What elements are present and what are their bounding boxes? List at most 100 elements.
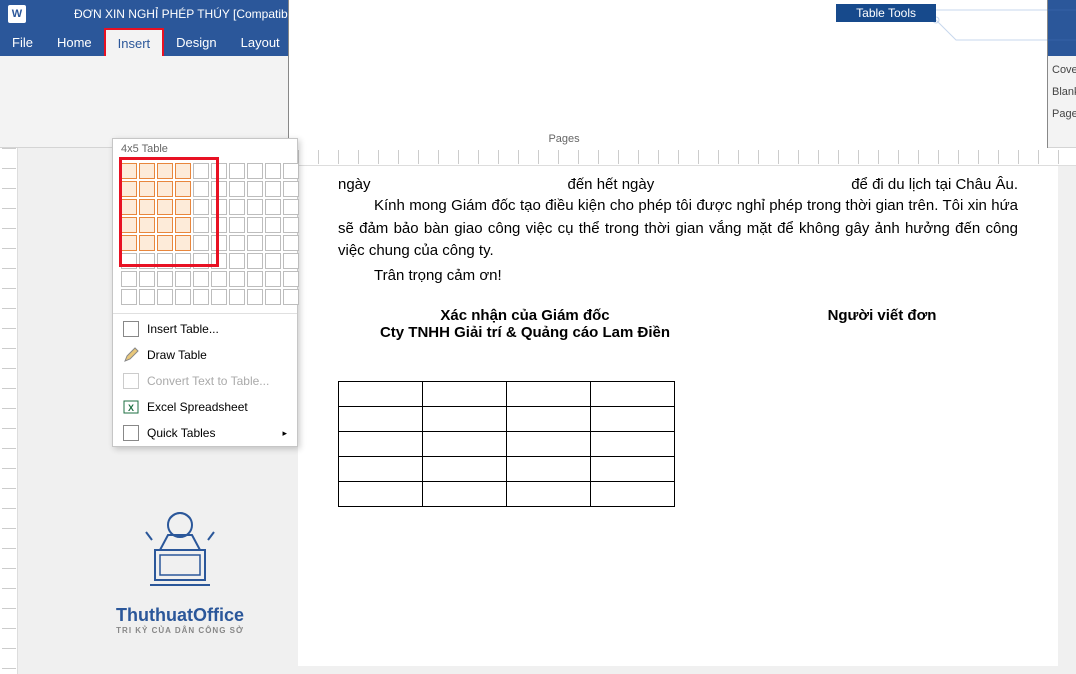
grid-cell[interactable] bbox=[283, 199, 299, 215]
grid-cell[interactable] bbox=[175, 289, 191, 305]
quick-tables-menuitem[interactable]: Quick Tables▸ bbox=[113, 420, 297, 446]
tab-file[interactable]: File bbox=[0, 28, 45, 56]
grid-cell[interactable] bbox=[247, 199, 263, 215]
grid-cell[interactable] bbox=[139, 163, 155, 179]
grid-cell[interactable] bbox=[157, 289, 173, 305]
grid-cell[interactable] bbox=[157, 217, 173, 233]
convert-icon bbox=[123, 373, 139, 389]
grid-cell[interactable] bbox=[247, 163, 263, 179]
tab-design[interactable]: Design bbox=[164, 28, 228, 56]
grid-cell[interactable] bbox=[247, 235, 263, 251]
grid-cell[interactable] bbox=[229, 271, 245, 287]
grid-cell[interactable] bbox=[139, 289, 155, 305]
grid-cell[interactable] bbox=[265, 199, 281, 215]
grid-cell[interactable] bbox=[229, 217, 245, 233]
grid-cell[interactable] bbox=[157, 199, 173, 215]
draw-table-menuitem[interactable]: Draw Table bbox=[113, 342, 297, 368]
grid-cell[interactable] bbox=[265, 235, 281, 251]
grid-cell[interactable] bbox=[139, 199, 155, 215]
grid-cell[interactable] bbox=[121, 163, 137, 179]
grid-cell[interactable] bbox=[139, 271, 155, 287]
document-page[interactable]: ngày đến hết ngày để đi du lịch tại Châu… bbox=[298, 166, 1058, 666]
grid-cell[interactable] bbox=[175, 271, 191, 287]
grid-cell[interactable] bbox=[283, 217, 299, 233]
grid-cell[interactable] bbox=[139, 235, 155, 251]
grid-cell[interactable] bbox=[265, 217, 281, 233]
grid-cell[interactable] bbox=[283, 235, 299, 251]
grid-cell[interactable] bbox=[121, 235, 137, 251]
grid-cell[interactable] bbox=[139, 217, 155, 233]
excel-spreadsheet-menuitem[interactable]: XExcel Spreadsheet bbox=[113, 394, 297, 420]
grid-cell[interactable] bbox=[157, 271, 173, 287]
grid-cell[interactable] bbox=[175, 217, 191, 233]
grid-cell[interactable] bbox=[121, 289, 137, 305]
grid-cell[interactable] bbox=[229, 289, 245, 305]
grid-cell[interactable] bbox=[229, 163, 245, 179]
grid-cell[interactable] bbox=[265, 181, 281, 197]
grid-cell[interactable] bbox=[157, 235, 173, 251]
grid-cell[interactable] bbox=[175, 199, 191, 215]
grid-cell[interactable] bbox=[229, 181, 245, 197]
signature-left-company: Cty TNHH Giải trí & Quảng cáo Lam Điền bbox=[338, 324, 712, 341]
grid-cell[interactable] bbox=[229, 235, 245, 251]
horizontal-ruler[interactable] bbox=[298, 148, 1076, 166]
grid-cell[interactable] bbox=[121, 181, 137, 197]
grid-cell[interactable] bbox=[247, 253, 263, 269]
grid-cell[interactable] bbox=[211, 217, 227, 233]
grid-cell[interactable] bbox=[211, 271, 227, 287]
grid-cell[interactable] bbox=[211, 181, 227, 197]
tab-layout[interactable]: Layout bbox=[229, 28, 292, 56]
grid-cell[interactable] bbox=[157, 163, 173, 179]
grid-cell[interactable] bbox=[139, 181, 155, 197]
table-grid-picker[interactable] bbox=[113, 159, 297, 311]
grid-cell[interactable] bbox=[265, 163, 281, 179]
grid-cell[interactable] bbox=[193, 217, 209, 233]
grid-cell[interactable] bbox=[211, 163, 227, 179]
grid-cell[interactable] bbox=[211, 289, 227, 305]
grid-cell[interactable] bbox=[265, 271, 281, 287]
grid-cell[interactable] bbox=[229, 253, 245, 269]
grid-cell[interactable] bbox=[157, 253, 173, 269]
table-row bbox=[339, 457, 675, 482]
grid-cell[interactable] bbox=[157, 181, 173, 197]
svg-text:X: X bbox=[128, 403, 134, 413]
grid-cell[interactable] bbox=[265, 289, 281, 305]
grid-cell[interactable] bbox=[193, 199, 209, 215]
grid-cell[interactable] bbox=[121, 199, 137, 215]
grid-cell[interactable] bbox=[265, 253, 281, 269]
grid-cell[interactable] bbox=[283, 271, 299, 287]
table-row bbox=[339, 432, 675, 457]
grid-cell[interactable] bbox=[193, 289, 209, 305]
grid-cell[interactable] bbox=[283, 289, 299, 305]
grid-cell[interactable] bbox=[193, 235, 209, 251]
grid-cell[interactable] bbox=[175, 181, 191, 197]
grid-cell[interactable] bbox=[229, 199, 245, 215]
grid-cell[interactable] bbox=[283, 253, 299, 269]
grid-cell[interactable] bbox=[193, 253, 209, 269]
grid-cell[interactable] bbox=[175, 163, 191, 179]
grid-cell[interactable] bbox=[139, 253, 155, 269]
grid-cell[interactable] bbox=[175, 253, 191, 269]
grid-cell[interactable] bbox=[193, 163, 209, 179]
tab-insert[interactable]: Insert bbox=[104, 28, 165, 56]
grid-cell[interactable] bbox=[121, 253, 137, 269]
grid-cell[interactable] bbox=[247, 217, 263, 233]
grid-cell[interactable] bbox=[121, 217, 137, 233]
grid-cell[interactable] bbox=[283, 181, 299, 197]
grid-cell[interactable] bbox=[247, 289, 263, 305]
grid-cell[interactable] bbox=[211, 199, 227, 215]
grid-cell[interactable] bbox=[175, 235, 191, 251]
grid-cell[interactable] bbox=[193, 181, 209, 197]
tab-home[interactable]: Home bbox=[45, 28, 104, 56]
page-break-button[interactable]: Page Break bbox=[6, 104, 1076, 124]
grid-cell[interactable] bbox=[211, 235, 227, 251]
vertical-ruler[interactable] bbox=[0, 148, 18, 674]
inserted-table[interactable] bbox=[338, 381, 675, 507]
grid-cell[interactable] bbox=[247, 271, 263, 287]
grid-cell[interactable] bbox=[283, 163, 299, 179]
grid-cell[interactable] bbox=[211, 253, 227, 269]
grid-cell[interactable] bbox=[121, 271, 137, 287]
grid-cell[interactable] bbox=[247, 181, 263, 197]
insert-table-menuitem[interactable]: Insert Table... bbox=[113, 316, 297, 342]
grid-cell[interactable] bbox=[193, 271, 209, 287]
